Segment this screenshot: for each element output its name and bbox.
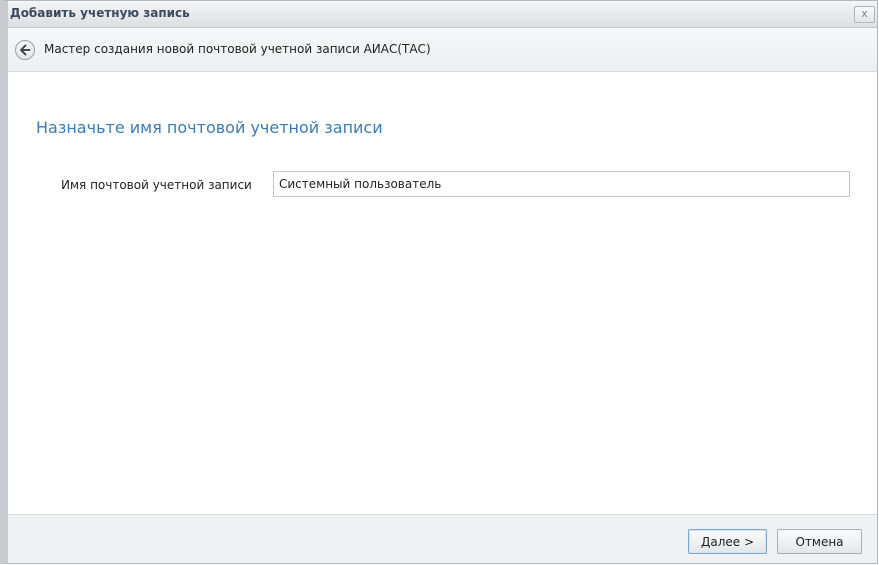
next-button[interactable]: Далее >	[688, 529, 767, 554]
close-button[interactable]: x	[854, 6, 875, 23]
arrow-left-icon	[20, 44, 31, 56]
wizard-content: Назначьте имя почтовой учетной записи Им…	[8, 72, 877, 516]
add-account-dialog: Добавить учетную запись x Мастер создани…	[0, 0, 878, 564]
back-button[interactable]	[15, 40, 35, 60]
title-bar: Добавить учетную запись x	[8, 1, 877, 28]
window-title: Добавить учетную запись	[10, 6, 190, 20]
account-name-label: Имя почтовой учетной записи	[61, 178, 252, 192]
close-icon: x	[861, 7, 868, 20]
next-accelerator: Д	[700, 534, 711, 549]
step-heading: Назначьте имя почтовой учетной записи	[36, 118, 383, 137]
wizard-header: Мастер создания новой почтовой учетной з…	[8, 28, 877, 72]
next-button-label: алее >	[710, 534, 755, 549]
account-name-input[interactable]	[273, 171, 850, 197]
cancel-button[interactable]: Отмена	[777, 529, 862, 554]
wizard-title: Мастер создания новой почтовой учетной з…	[44, 42, 431, 56]
wizard-footer: Далее > Отмена	[8, 514, 877, 563]
